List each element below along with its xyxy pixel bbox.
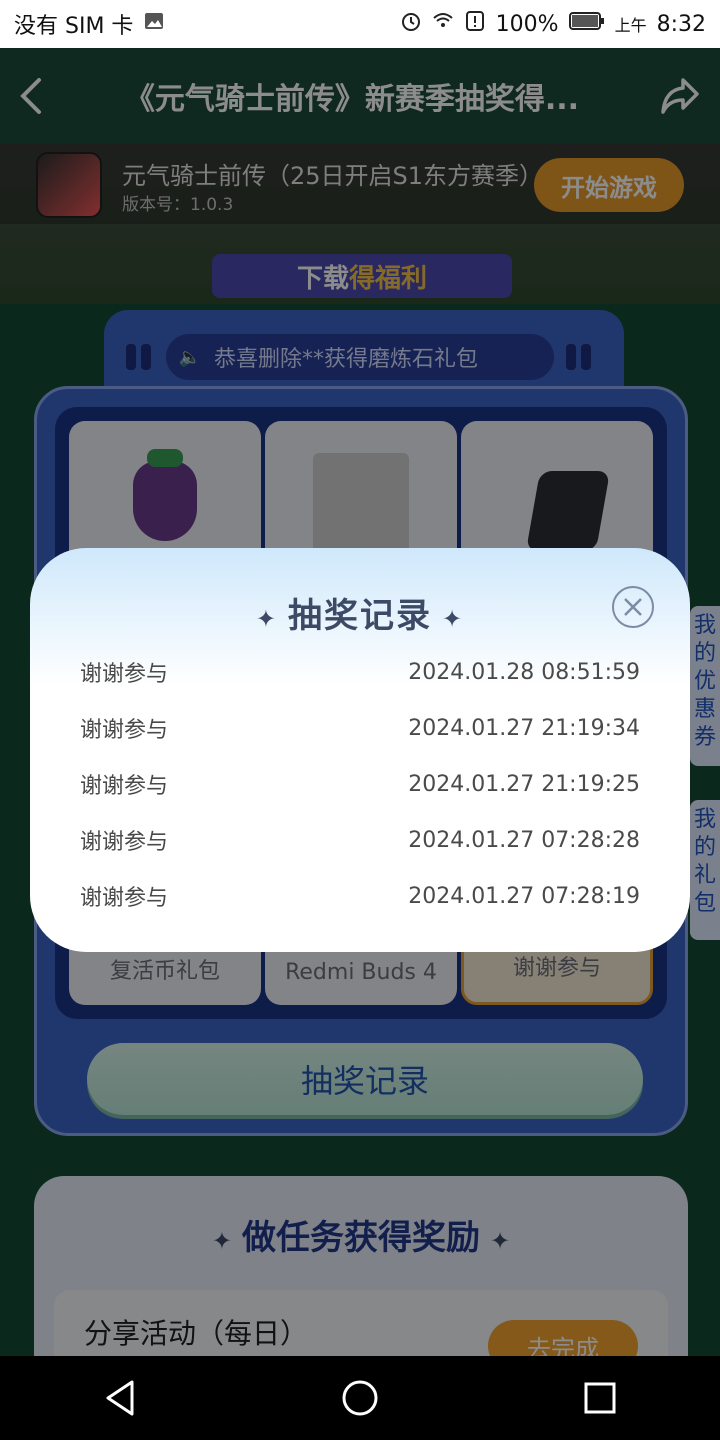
record-time: 2024.01.27 07:28:19	[408, 883, 640, 909]
record-row: 谢谢参与 2024.01.28 08:51:59	[80, 644, 640, 700]
nav-recents-button[interactable]	[570, 1368, 630, 1428]
record-prize: 谢谢参与	[80, 662, 169, 687]
record-row: 谢谢参与 2024.01.27 21:19:34	[80, 700, 640, 756]
record-row: 谢谢参与 2024.01.27 07:28:19	[80, 868, 640, 924]
close-icon	[624, 598, 642, 616]
record-list: 谢谢参与 2024.01.28 08:51:59 谢谢参与 2024.01.27…	[80, 644, 640, 924]
clock-text: 8:32	[656, 11, 706, 37]
lottery-record-modal: ✦ 抽奖记录 ✦ 谢谢参与 2024.01.28 08:51:59 谢谢参与 202…	[30, 548, 690, 952]
am-pm-text: 上午	[614, 16, 647, 35]
alarm-icon	[400, 10, 422, 38]
record-prize: 谢谢参与	[80, 774, 169, 799]
carrier-text: 没有 SIM 卡	[14, 14, 134, 39]
sparkle-icon: ✦	[442, 605, 465, 633]
record-row: 谢谢参与 2024.01.27 07:28:28	[80, 812, 640, 868]
close-button[interactable]	[612, 586, 654, 628]
record-time: 2024.01.27 07:28:28	[408, 827, 640, 853]
modal-title: ✦ 抽奖记录 ✦	[30, 588, 690, 637]
record-time: 2024.01.28 08:51:59	[408, 659, 640, 685]
triangle-back-icon	[106, 1380, 134, 1416]
nav-home-button[interactable]	[330, 1368, 390, 1428]
record-prize: 谢谢参与	[80, 718, 169, 743]
circle-home-icon	[342, 1380, 378, 1416]
image-icon	[143, 10, 165, 38]
sparkle-icon: ✦	[255, 605, 278, 633]
status-bar: 没有 SIM 卡 100% 上午 8:32	[0, 0, 720, 48]
record-row: 谢谢参与 2024.01.27 21:19:25	[80, 756, 640, 812]
battery-text: 100%	[495, 11, 559, 37]
nav-back-button[interactable]	[90, 1368, 150, 1428]
system-nav-bar	[0, 1356, 720, 1440]
square-recents-icon	[584, 1382, 616, 1414]
modal-title-text: 抽奖记录	[288, 596, 432, 636]
alert-icon	[464, 10, 486, 38]
wifi-icon	[432, 10, 454, 38]
record-prize: 谢谢参与	[80, 886, 169, 911]
record-prize: 谢谢参与	[80, 830, 169, 855]
record-time: 2024.01.27 21:19:34	[408, 715, 640, 741]
battery-icon	[568, 11, 605, 37]
record-time: 2024.01.27 21:19:25	[408, 771, 640, 797]
